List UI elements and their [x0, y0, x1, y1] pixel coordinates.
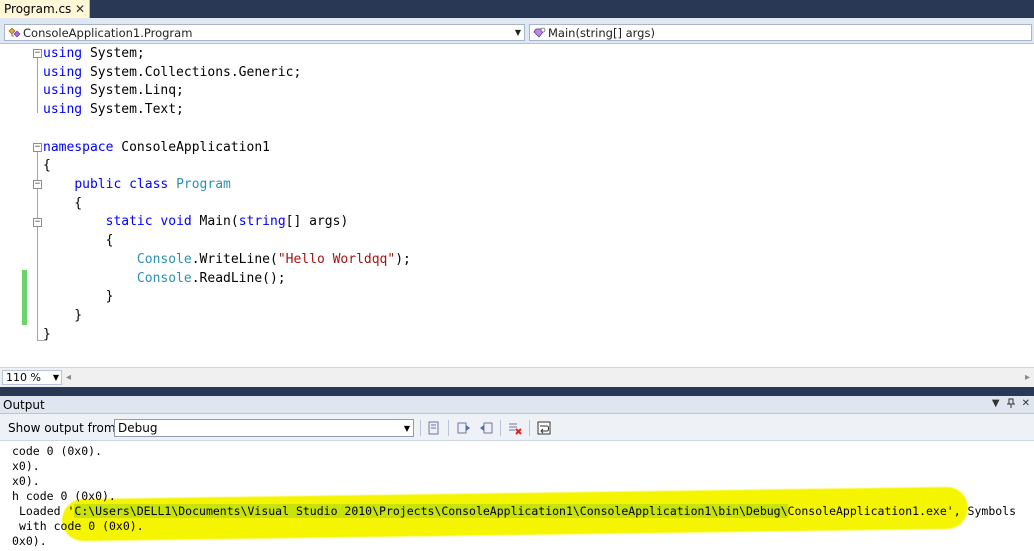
code-line: public class Program [74, 177, 231, 192]
tab-program-cs[interactable]: Program.cs ✕ [0, 0, 90, 18]
code-line: using System.Text; [43, 102, 184, 117]
auto-hide-pin-icon[interactable] [1006, 398, 1016, 411]
output-line: 0x0). [12, 534, 47, 548]
code-line: Console.ReadLine(); [136, 271, 286, 286]
chevron-down-icon: ▼ [514, 28, 522, 37]
document-tab-strip: Program.cs ✕ [0, 0, 1034, 18]
code-line: using System.Linq; [43, 83, 184, 98]
output-text-area[interactable]: code 0 (0x0). x0). x0). h code 0 (0x0). … [0, 441, 1034, 551]
zoom-dropdown[interactable]: 110 % ▼ [2, 370, 62, 385]
output-title: Output [3, 397, 45, 412]
code-line: namespace ConsoleApplication1 [43, 140, 270, 155]
collapse-icon[interactable]: − [33, 180, 42, 189]
method-icon [532, 27, 546, 39]
code-line: using System; [43, 46, 145, 61]
navigation-bar: ConsoleApplication1.Program ▼ Main(strin… [0, 18, 1034, 44]
output-source-dropdown[interactable]: Debug ▼ [114, 419, 414, 437]
output-line: code 0 (0x0). [12, 444, 103, 458]
output-line: x0). [12, 474, 40, 488]
change-tracking-bar [22, 270, 27, 325]
code-line: } [43, 327, 51, 342]
panel-splitter[interactable] [0, 387, 1034, 396]
code-editor[interactable]: − − − − using System; using System.Colle… [0, 44, 1034, 367]
output-source-value: Debug [118, 421, 158, 435]
code-line: { [43, 233, 114, 248]
code-line: using System.Collections.Generic; [43, 65, 302, 80]
code-line: } [43, 308, 83, 323]
outline-line [37, 58, 38, 113]
code-line: Console.WriteLine("Hello Worldqq"); [136, 252, 411, 267]
clear-all-icon[interactable] [507, 420, 523, 436]
member-dropdown[interactable]: Main(string[] args) [529, 24, 1032, 41]
editor-zoom-bar: 110 % ▼ ◂ ▸ [0, 367, 1034, 387]
next-message-icon[interactable] [478, 420, 494, 436]
scroll-right-icon[interactable]: ▸ [1025, 372, 1030, 383]
chevron-down-icon: ▼ [52, 373, 60, 382]
output-line: Loaded 'C:\Users\DELL1\Documents\Visual … [19, 504, 1017, 518]
class-icon [7, 27, 21, 39]
collapse-icon[interactable]: − [33, 218, 42, 227]
zoom-level: 110 % [6, 371, 41, 384]
close-icon[interactable]: ✕ [75, 2, 85, 16]
previous-message-icon[interactable] [456, 420, 472, 436]
close-icon[interactable]: ✕ [1022, 398, 1030, 411]
output-line: x0). [12, 459, 40, 473]
editor-gutter [0, 44, 22, 367]
window-position-icon[interactable]: ▼ [992, 398, 1000, 411]
tab-label: Program.cs [4, 2, 72, 16]
code-line: static void Main(string[] args) [105, 214, 349, 229]
show-output-label: Show output from: [8, 421, 120, 435]
find-message-icon[interactable] [426, 420, 442, 436]
output-toolbar: Show output from: Debug ▼ [0, 414, 1034, 441]
toggle-word-wrap-icon[interactable] [536, 420, 552, 436]
code-line: { [43, 158, 51, 173]
code-line: } [43, 289, 114, 304]
class-dropdown-value: ConsoleApplication1.Program [23, 25, 193, 40]
collapse-icon[interactable]: − [33, 49, 42, 58]
highlighted-path: C:\Users\DELL1\Documents\Visual Studio 2… [74, 504, 788, 518]
class-dropdown[interactable]: ConsoleApplication1.Program ▼ [4, 24, 525, 41]
output-line: h code 0 (0x0). [12, 489, 116, 503]
collapse-icon[interactable]: − [33, 143, 42, 152]
output-line: with code 0 (0x0). [19, 519, 144, 533]
member-dropdown-value: Main(string[] args) [548, 25, 655, 40]
chevron-down-icon: ▼ [403, 423, 411, 433]
scroll-left-icon[interactable]: ◂ [66, 372, 71, 383]
output-panel-title: Output ▼ ✕ [0, 396, 1034, 414]
code-line: { [43, 196, 83, 211]
